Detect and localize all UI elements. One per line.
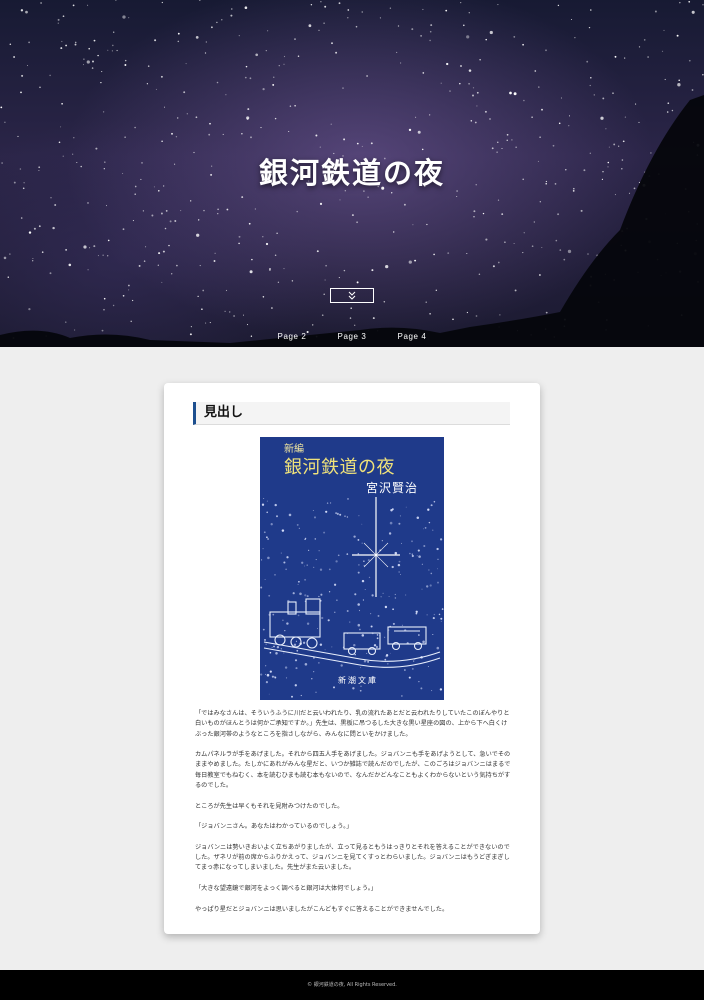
paragraph: 「大きな望遠鏡で銀河をよっく調べると銀河は大体何でしょう。」 bbox=[195, 885, 377, 893]
nav-link-page-2[interactable]: Page 2 bbox=[262, 332, 322, 341]
book-publisher: 新潮文庫 bbox=[338, 676, 378, 685]
paragraph: ジョバンニは勢いきおいよく立ちあがりましたが、立って見るともうはっきりとそれを答… bbox=[195, 843, 510, 872]
article-card: 見出し 新編 銀河鉄道の夜 宮沢賢治 新潮文庫 「ではみなさんは、そういうふうに… bbox=[164, 383, 540, 934]
nav-link-page-4[interactable]: Page 4 bbox=[382, 332, 442, 341]
double-chevron-down-icon bbox=[348, 291, 356, 300]
paragraph: ところが先生は早くもそれを見附みつけたのでした。 bbox=[195, 802, 344, 810]
page-navigation: Page 2 Page 3 Page 4 bbox=[0, 332, 704, 341]
site-title: 銀河鉄道の夜 bbox=[258, 156, 445, 190]
footer: © 銀河鉄道の夜, All Rights Reserved. bbox=[0, 970, 704, 1000]
paragraph: 「ではみなさんは、そういうふうに川だと云いわれたり、乳の流れたあとだと云われたり… bbox=[195, 710, 510, 738]
copyright-text: © 銀河鉄道の夜, All Rights Reserved. bbox=[307, 982, 397, 988]
scroll-down-button[interactable] bbox=[330, 288, 374, 303]
paragraph: カムパネルラが手をあげました。それから四五人手をあげました。ジョバンニも手をあげ… bbox=[195, 751, 511, 790]
paragraph: やっぱり星だとジョバンニは思いましたがこんどもすぐに答えることができませんでした… bbox=[195, 905, 449, 913]
book-title: 銀河鉄道の夜 bbox=[284, 457, 395, 478]
book-cover-image: 新編 銀河鉄道の夜 宮沢賢治 新潮文庫 bbox=[260, 437, 444, 700]
article-body: 「ではみなさんは、そういうふうに川だと云いわれたり、乳の流れたあとだと云われたり… bbox=[195, 709, 512, 925]
train-drawing bbox=[263, 598, 441, 668]
hero-section: 銀河鉄道の夜 Page 2 Page 3 Page 4 bbox=[0, 0, 704, 347]
nav-link-page-3[interactable]: Page 3 bbox=[322, 332, 382, 341]
star-cross bbox=[352, 497, 400, 597]
book-author: 宮沢賢治 bbox=[366, 481, 419, 495]
paragraph: 「ジョバンニさん。あなたはわかっているのでしょう。」 bbox=[195, 823, 353, 831]
section-heading: 見出し bbox=[193, 402, 510, 425]
